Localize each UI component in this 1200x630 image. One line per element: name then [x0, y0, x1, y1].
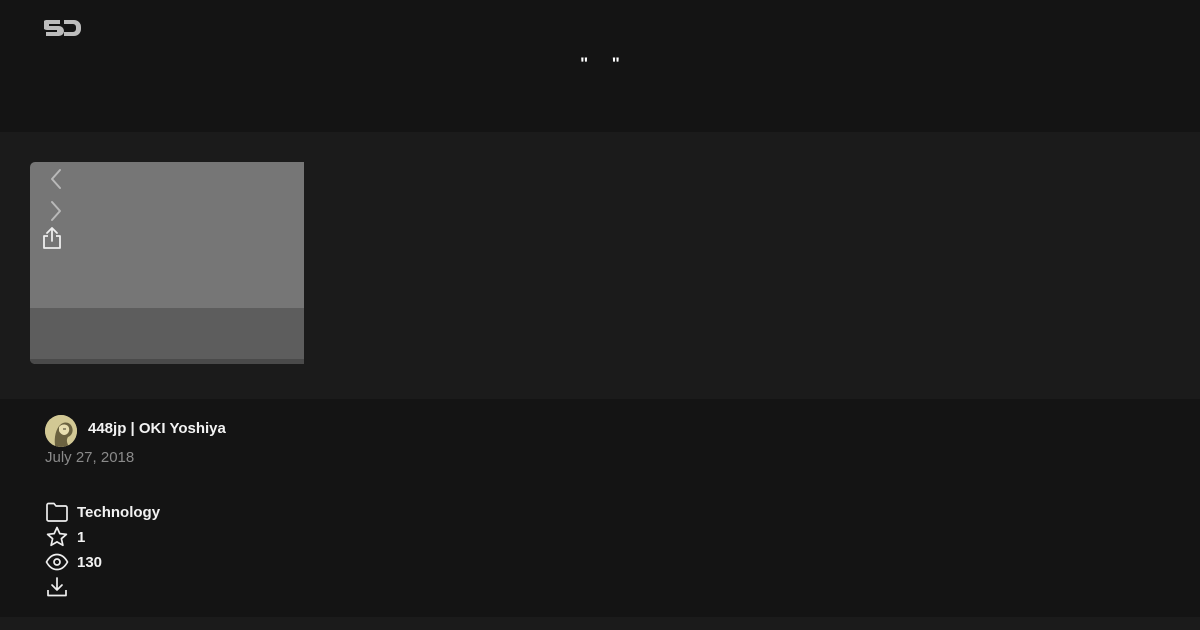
category-label: Technology	[77, 503, 161, 521]
slide-preview[interactable]	[30, 162, 304, 364]
view-count: 130	[45, 550, 102, 574]
view-count-value: 130	[77, 553, 103, 571]
category-link[interactable]: Technology	[45, 500, 160, 524]
download-button[interactable]	[45, 575, 69, 599]
star-icon	[45, 525, 69, 549]
chevron-left-icon	[49, 168, 63, 190]
header: " "	[0, 0, 1200, 132]
share-icon	[41, 226, 63, 250]
star-count-value: 1	[77, 528, 86, 546]
avatar[interactable]	[45, 415, 77, 447]
presentation-info: 448jp | OKI Yoshiya July 27, 2018 Techno…	[0, 399, 1200, 617]
next-slide-button[interactable]	[44, 198, 68, 224]
slide-stage	[0, 132, 1200, 399]
speakerdeck-logo-icon[interactable]	[41, 16, 82, 40]
eye-icon	[45, 550, 69, 574]
prev-slide-button[interactable]	[44, 166, 68, 192]
folder-icon	[45, 500, 69, 524]
footer-strip	[0, 617, 1200, 630]
share-button[interactable]	[40, 225, 64, 251]
publish-date: July 27, 2018	[45, 449, 135, 466]
star-count[interactable]: 1	[45, 525, 85, 549]
download-icon	[45, 575, 69, 599]
slide-progress-edge	[30, 359, 304, 364]
chevron-right-icon	[49, 200, 63, 222]
page-title: " "	[580, 54, 620, 73]
author-name[interactable]: 448jp | OKI Yoshiya	[88, 420, 226, 437]
slide-band	[30, 308, 304, 359]
